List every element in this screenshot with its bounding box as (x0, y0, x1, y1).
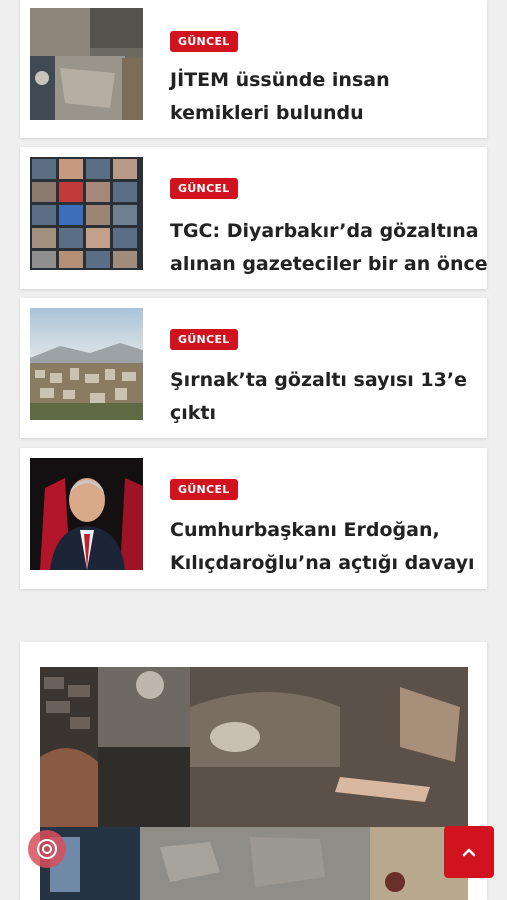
scroll-to-top-button[interactable] (444, 826, 494, 878)
article-thumbnail[interactable] (30, 157, 143, 270)
article-thumbnail[interactable] (30, 8, 143, 120)
category-badge[interactable]: GÜNCEL (170, 329, 238, 350)
category-badge[interactable]: GÜNCEL (170, 479, 238, 500)
category-badge[interactable]: GÜNCEL (170, 178, 238, 199)
article-card[interactable]: GÜNCEL Cumhurbaşkanı Erdoğan, Kılıçdaroğ… (20, 448, 487, 589)
category-badge[interactable]: GÜNCEL (170, 31, 238, 52)
article-card[interactable]: GÜNCEL Şırnak’ta gözaltı sayısı 13’e çık… (20, 298, 487, 438)
article-title-line: JİTEM üssünde insan (170, 69, 390, 91)
article-title-line: kemikleri bulundu (170, 102, 364, 124)
chevron-up-icon (462, 848, 476, 857)
article-title[interactable]: JİTEM üssünde insan kemikleri bulundu (170, 64, 475, 130)
article-thumbnail[interactable] (30, 308, 143, 420)
article-title-line: Cumhurbaşkanı Erdoğan, (170, 519, 440, 541)
floating-action-icon[interactable] (28, 830, 66, 868)
article-title-line: Kılıçdaroğlu’na açtığı davayı (170, 552, 475, 574)
article-title-line: TGC: Diyarbakır’da gözaltına (170, 220, 479, 242)
article-title[interactable]: TGC: Diyarbakır’da gözaltına alınan gaze… (170, 215, 488, 281)
article-title-line: alınan gazeteciler bir an önce (170, 253, 488, 275)
article-card[interactable]: GÜNCEL TGC: Diyarbakır’da gözaltına alın… (20, 147, 488, 289)
article-title[interactable]: Şırnak’ta gözaltı sayısı 13’e çıktı (170, 364, 475, 430)
featured-image[interactable] (40, 667, 468, 900)
featured-article-card[interactable] (20, 642, 487, 900)
recycle-icon (37, 839, 57, 859)
article-title-line: çıktı (170, 402, 217, 424)
article-title-line: Şırnak’ta gözaltı sayısı 13’e (170, 369, 467, 391)
article-title[interactable]: Cumhurbaşkanı Erdoğan, Kılıçdaroğlu’na a… (170, 514, 475, 580)
article-card[interactable]: GÜNCEL JİTEM üssünde insan kemikleri bul… (20, 0, 487, 138)
article-thumbnail[interactable] (30, 458, 143, 570)
